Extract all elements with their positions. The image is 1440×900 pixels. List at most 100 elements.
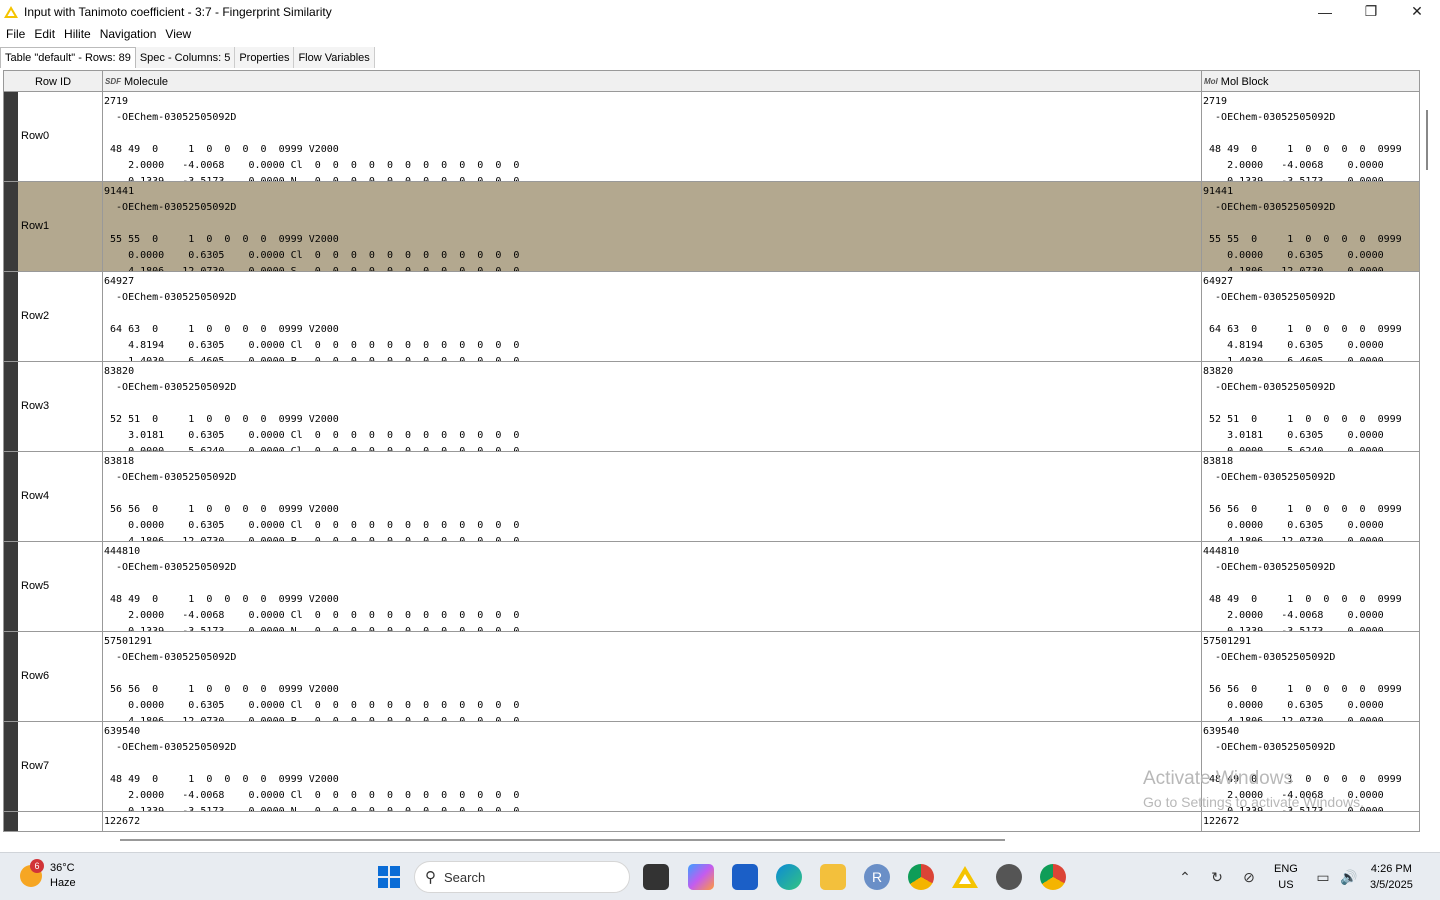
copilot-icon[interactable] [688, 864, 714, 890]
menu-file[interactable]: File [6, 27, 25, 41]
molfile-line: -OEChem-03052505092D [1203, 472, 1336, 483]
menu-navigation[interactable]: Navigation [100, 27, 157, 41]
table-row[interactable]: Row2 64927 -OEChem-03052505092D 64 63 0 1… [4, 272, 1419, 362]
r-app-icon[interactable]: R [864, 864, 890, 890]
tab-spec[interactable]: Spec - Columns: 5 [135, 47, 236, 68]
chevron-up-icon[interactable]: ⌃ [1172, 864, 1198, 890]
taskbar: 6 36°C Haze ⚲ Search R ⌃ ↻ ⊘ ENG US ▭ 🔊 … [0, 852, 1440, 900]
weather-widget[interactable]: 6 36°C Haze [20, 859, 76, 891]
minimize-button[interactable]: — [1302, 0, 1348, 23]
tab-table[interactable]: Table "default" - Rows: 89 [0, 47, 136, 68]
mol-block-cell[interactable]: 91441 -OEChem-03052505092D 55 55 0 1 0 0… [1203, 182, 1419, 271]
sync-icon[interactable]: ↻ [1204, 864, 1230, 890]
molecule-cell[interactable]: 91441 -OEChem-03052505092D 55 55 0 1 0 0… [104, 182, 1202, 271]
volume-icon[interactable]: 🔊 [1336, 864, 1362, 890]
molecule-cell[interactable]: 444810 -OEChem-03052505092D 48 49 0 1 0 … [104, 542, 1202, 631]
row-hilite-bar [4, 362, 18, 451]
row-header[interactable]: Row4 [4, 452, 103, 541]
mol-block-cell[interactable]: 122672 [1203, 812, 1419, 831]
network-off-icon[interactable]: ⊘ [1236, 864, 1262, 890]
task-view-icon[interactable] [643, 864, 669, 890]
table-row[interactable]: Row7 639540 -OEChem-03052505092D 48 49 0 … [4, 722, 1419, 812]
mol-block-cell[interactable]: 64927 -OEChem-03052505092D 64 63 0 1 0 0… [1203, 272, 1419, 362]
horizontal-scroll-thumb[interactable] [120, 839, 1005, 841]
language-region: US [1278, 879, 1294, 891]
mol-block-cell[interactable]: 2719 -OEChem-03052505092D 48 49 0 1 0 0 … [1203, 92, 1419, 182]
chrome-profile-icon[interactable] [1040, 864, 1066, 890]
system-clock[interactable]: 4:26 PM 3/5/2025 [1370, 861, 1413, 893]
molfile-line: 1.4030 6.4605 0.0000 [1203, 356, 1384, 362]
molecule-cell[interactable]: 2719 -OEChem-03052505092D 48 49 0 1 0 0 … [104, 92, 1202, 181]
tab-properties[interactable]: Properties [235, 47, 295, 68]
edge-icon[interactable] [776, 864, 802, 890]
table-row[interactable]: Row5 444810 -OEChem-03052505092D 48 49 0 … [4, 542, 1419, 632]
language-indicator[interactable]: ENG US [1274, 861, 1298, 893]
header-molecule[interactable]: SDF Molecule [103, 71, 1202, 92]
mol-block-cell[interactable]: 444810 -OEChem-03052505092D 48 49 0 1 0 … [1203, 542, 1419, 631]
row-id-label: Row4 [21, 490, 50, 502]
media-player-icon[interactable] [996, 864, 1022, 890]
row-header[interactable]: Row1 [4, 182, 103, 271]
mol-block-cell[interactable]: 83820 -OEChem-03052505092D 52 51 0 1 0 0… [1203, 362, 1419, 452]
row-header[interactable]: Row0 [4, 92, 103, 181]
molfile-line: 4.1806 12.0730 0.0000 P 0 0 0 0 0 0 0 0 … [104, 536, 520, 542]
molfile-line: 0.1339 -3.5173 0.0000 [1203, 806, 1384, 812]
header-mol-block[interactable]: Mol Mol Block [1202, 71, 1419, 92]
menu-hilite[interactable]: Hilite [64, 27, 91, 41]
molfile-line: 57501291 [1203, 636, 1252, 647]
weather-description: Haze [50, 877, 76, 889]
molecule-cell[interactable]: 57501291 -OEChem-03052505092D 56 56 0 1 … [104, 632, 1202, 721]
mol-block-cell[interactable]: 639540 -OEChem-03052505092D 48 49 0 1 0 … [1203, 722, 1419, 812]
row-header[interactable]: Row6 [4, 632, 103, 721]
header-row-id[interactable]: Row ID [4, 71, 103, 92]
taskbar-search[interactable]: ⚲ Search [414, 861, 630, 893]
vertical-scroll-thumb[interactable] [1426, 110, 1428, 170]
row-header[interactable] [4, 812, 103, 831]
row-header[interactable]: Row2 [4, 272, 103, 361]
molecule-cell[interactable]: 122672 [104, 812, 1202, 831]
table-row[interactable]: Row1 91441 -OEChem-03052505092D 55 55 0 1… [4, 182, 1419, 272]
table-row[interactable]: Row6 57501291 -OEChem-03052505092D 56 56 … [4, 632, 1419, 722]
knime-taskbar-icon[interactable] [952, 864, 978, 890]
tab-flow-variables[interactable]: Flow Variables [294, 47, 375, 68]
table-row[interactable]: Row0 2719 -OEChem-03052505092D 48 49 0 1 … [4, 92, 1419, 182]
molfile-line: 48 49 0 1 0 0 0 0 0999 V2000 [104, 594, 339, 605]
row-header[interactable]: Row5 [4, 542, 103, 631]
menu-edit[interactable]: Edit [34, 27, 55, 41]
molfile-line: 0.1339 -3.5173 0.0000 [1203, 176, 1384, 182]
vertical-scrollbar[interactable] [1420, 92, 1434, 832]
file-explorer-icon[interactable] [820, 864, 846, 890]
molfile-line: 0.0000 5.6240 0.0000 [1203, 446, 1384, 452]
molecule-cell[interactable]: 639540 -OEChem-03052505092D 48 49 0 1 0 … [104, 722, 1202, 811]
mol-block-cell[interactable]: 83818 -OEChem-03052505092D 56 56 0 1 0 0… [1203, 452, 1419, 541]
row-header[interactable]: Row7 [4, 722, 103, 811]
chrome-icon[interactable] [908, 864, 934, 890]
mol-block-cell[interactable]: 57501291 -OEChem-03052505092D 56 56 0 1 … [1203, 632, 1419, 721]
display-icon[interactable]: ▭ [1310, 864, 1336, 890]
row-header[interactable]: Row3 [4, 362, 103, 451]
table-row[interactable]: Row3 83820 -OEChem-03052505092D 52 51 0 1… [4, 362, 1419, 452]
sun-icon: 6 [20, 859, 44, 887]
table-row[interactable]: Row4 83818 -OEChem-03052505092D 56 56 0 1… [4, 452, 1419, 542]
store-icon[interactable] [732, 864, 758, 890]
molfile-line: 83820 [104, 366, 135, 377]
molecule-cell[interactable]: 83818 -OEChem-03052505092D 56 56 0 1 0 0… [104, 452, 1202, 542]
molfile-line: 0.0000 0.6305 0.0000 [1203, 250, 1384, 261]
molfile-line: -OEChem-03052505092D [104, 292, 237, 303]
table-row[interactable]: 122672 122672 [4, 812, 1419, 831]
molecule-cell[interactable]: 83820 -OEChem-03052505092D 52 51 0 1 0 0… [104, 362, 1202, 451]
horizontal-scrollbar[interactable] [0, 834, 1420, 846]
molfile-line: 52 51 0 1 0 0 0 0 0999 V2000 [104, 414, 339, 425]
molfile-line: 122672 [1203, 816, 1240, 827]
start-icon[interactable] [376, 864, 402, 890]
close-button[interactable]: ✕ [1394, 0, 1440, 23]
maximize-button[interactable]: ❐ [1348, 0, 1394, 23]
notification-badge: 6 [30, 859, 44, 873]
menu-view[interactable]: View [165, 27, 191, 41]
molecule-cell[interactable]: 64927 -OEChem-03052505092D 64 63 0 1 0 0… [104, 272, 1202, 361]
molfile-line: 3.0181 0.6305 0.0000 [1203, 430, 1384, 441]
